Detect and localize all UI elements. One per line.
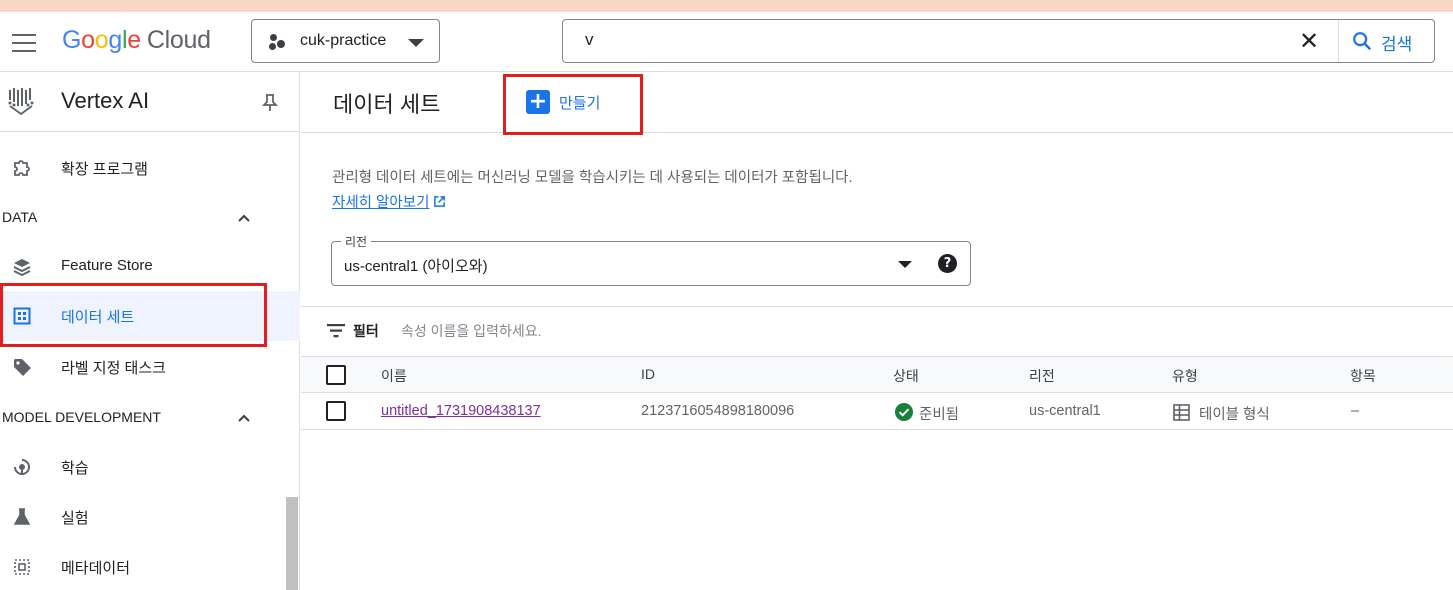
sidebar-item-labeling-tasks[interactable]: 라벨 지정 태스크 xyxy=(0,342,300,392)
table-row: untitled_1731908438137 21237160548981800… xyxy=(301,393,1453,430)
column-header-items[interactable]: 항목 xyxy=(1350,366,1376,386)
dataset-id: 2123716054898180096 xyxy=(641,403,795,419)
logo-cloud-text: Cloud xyxy=(146,26,211,54)
main-content: 데이터 세트 + 만들기 관리형 데이터 세트에는 머신러닝 모델을 학습시키는… xyxy=(301,72,1453,590)
sidebar-item-extensions[interactable]: 확장 프로그램 xyxy=(0,143,300,193)
chevron-up-icon xyxy=(238,414,250,422)
dataset-name-link[interactable]: untitled_1731908438137 xyxy=(381,403,541,419)
sidebar-item-experiments[interactable]: 실험 xyxy=(0,492,300,542)
section-label: DATA xyxy=(2,209,38,225)
row-checkbox[interactable] xyxy=(326,401,346,421)
section-model-development[interactable]: MODEL DEVELOPMENT xyxy=(0,398,300,438)
learn-more-label: 자세히 알아보기 xyxy=(332,195,430,211)
project-name: cuk-practice xyxy=(300,32,387,49)
sidebar: Vertex AI 확장 프로그램 DATA Feature Store 데이터… xyxy=(0,72,300,590)
logo-google-text: Google xyxy=(62,26,141,54)
browser-top-strip xyxy=(0,0,1453,12)
sidebar-item-label: 학습 xyxy=(61,460,89,477)
training-icon xyxy=(14,459,30,475)
google-cloud-logo[interactable]: Google Cloud xyxy=(62,26,211,55)
sidebar-item-label: 실험 xyxy=(61,510,89,527)
status-cell: 준비됨 xyxy=(895,403,959,424)
table-header: 이름 ID 상태 리전 유형 항목 xyxy=(301,356,1453,393)
dataset-region: us-central1 xyxy=(1029,403,1101,419)
search-button[interactable]: 검색 xyxy=(1339,20,1434,62)
divider xyxy=(301,306,1453,307)
search-button-label: 검색 xyxy=(1381,35,1413,55)
select-all-checkbox[interactable] xyxy=(326,365,346,385)
layers-icon xyxy=(13,259,31,277)
status-label: 준비됨 xyxy=(919,407,960,423)
search-icon xyxy=(1353,32,1372,51)
product-title: Vertex AI xyxy=(61,88,150,113)
filter-icon xyxy=(327,324,345,338)
column-header-type[interactable]: 유형 xyxy=(1172,366,1198,386)
vertex-ai-logo-icon xyxy=(8,88,34,116)
region-value: us-central1 (아이오와) xyxy=(344,258,488,275)
page-description: 관리형 데이터 세트에는 머신러닝 모델을 학습시키는 데 사용되는 데이터가 … xyxy=(332,170,853,186)
chevron-up-icon xyxy=(238,214,250,222)
sidebar-item-label: 메타데이터 xyxy=(61,560,131,577)
filter-input[interactable]: 속성 이름을 입력하세요. xyxy=(401,321,541,341)
check-circle-icon xyxy=(895,403,913,421)
type-label: 테이블 형식 xyxy=(1199,407,1270,423)
table-icon xyxy=(1173,404,1190,421)
project-icon xyxy=(269,34,285,50)
search-input[interactable]: v xyxy=(585,30,594,50)
column-header-name[interactable]: 이름 xyxy=(381,366,407,386)
region-select[interactable]: 리전 us-central1 (아이오와) ? xyxy=(331,233,971,286)
external-link-icon xyxy=(434,196,446,207)
sidebar-item-training[interactable]: 학습 xyxy=(0,442,300,492)
learn-more-link[interactable]: 자세히 알아보기 xyxy=(332,191,446,212)
project-picker[interactable]: cuk-practice xyxy=(251,19,440,63)
flask-icon xyxy=(13,508,31,525)
label-tag-icon xyxy=(14,359,31,376)
column-header-status[interactable]: 상태 xyxy=(893,366,919,386)
page-header: 데이터 세트 + 만들기 xyxy=(301,72,1453,133)
region-label: 리전 xyxy=(341,233,372,250)
highlight-box-create xyxy=(503,74,643,135)
top-bar: Google Cloud cuk-practice v ✕ 검색 xyxy=(0,12,1453,72)
help-icon[interactable]: ? xyxy=(938,254,957,273)
caret-down-icon xyxy=(408,39,424,47)
extension-icon xyxy=(14,160,30,176)
column-header-region[interactable]: 리전 xyxy=(1029,366,1055,386)
filter-label: 필터 xyxy=(353,324,379,340)
caret-down-icon xyxy=(898,261,912,268)
page-title: 데이터 세트 xyxy=(333,92,441,117)
sidebar-scrollbar[interactable] xyxy=(286,497,298,590)
pin-icon[interactable] xyxy=(262,94,278,112)
main-menu-icon[interactable] xyxy=(12,34,36,52)
dataset-items: – xyxy=(1351,403,1360,419)
highlight-box-datasets xyxy=(0,283,267,347)
close-icon[interactable]: ✕ xyxy=(1299,29,1319,53)
search-bar[interactable]: v ✕ 검색 xyxy=(562,19,1435,63)
column-header-id[interactable]: ID xyxy=(641,366,655,382)
section-label: MODEL DEVELOPMENT xyxy=(2,409,161,425)
section-data[interactable]: DATA xyxy=(0,198,300,238)
sidebar-item-metadata[interactable]: 메타데이터 xyxy=(0,542,300,590)
metadata-icon xyxy=(14,559,30,575)
sidebar-header: Vertex AI xyxy=(0,72,300,132)
sidebar-item-label: 라벨 지정 태스크 xyxy=(61,360,166,377)
type-cell: 테이블 형식 xyxy=(1173,403,1270,424)
sidebar-item-label: 확장 프로그램 xyxy=(61,161,148,178)
sidebar-item-label: Feature Store xyxy=(61,257,153,274)
